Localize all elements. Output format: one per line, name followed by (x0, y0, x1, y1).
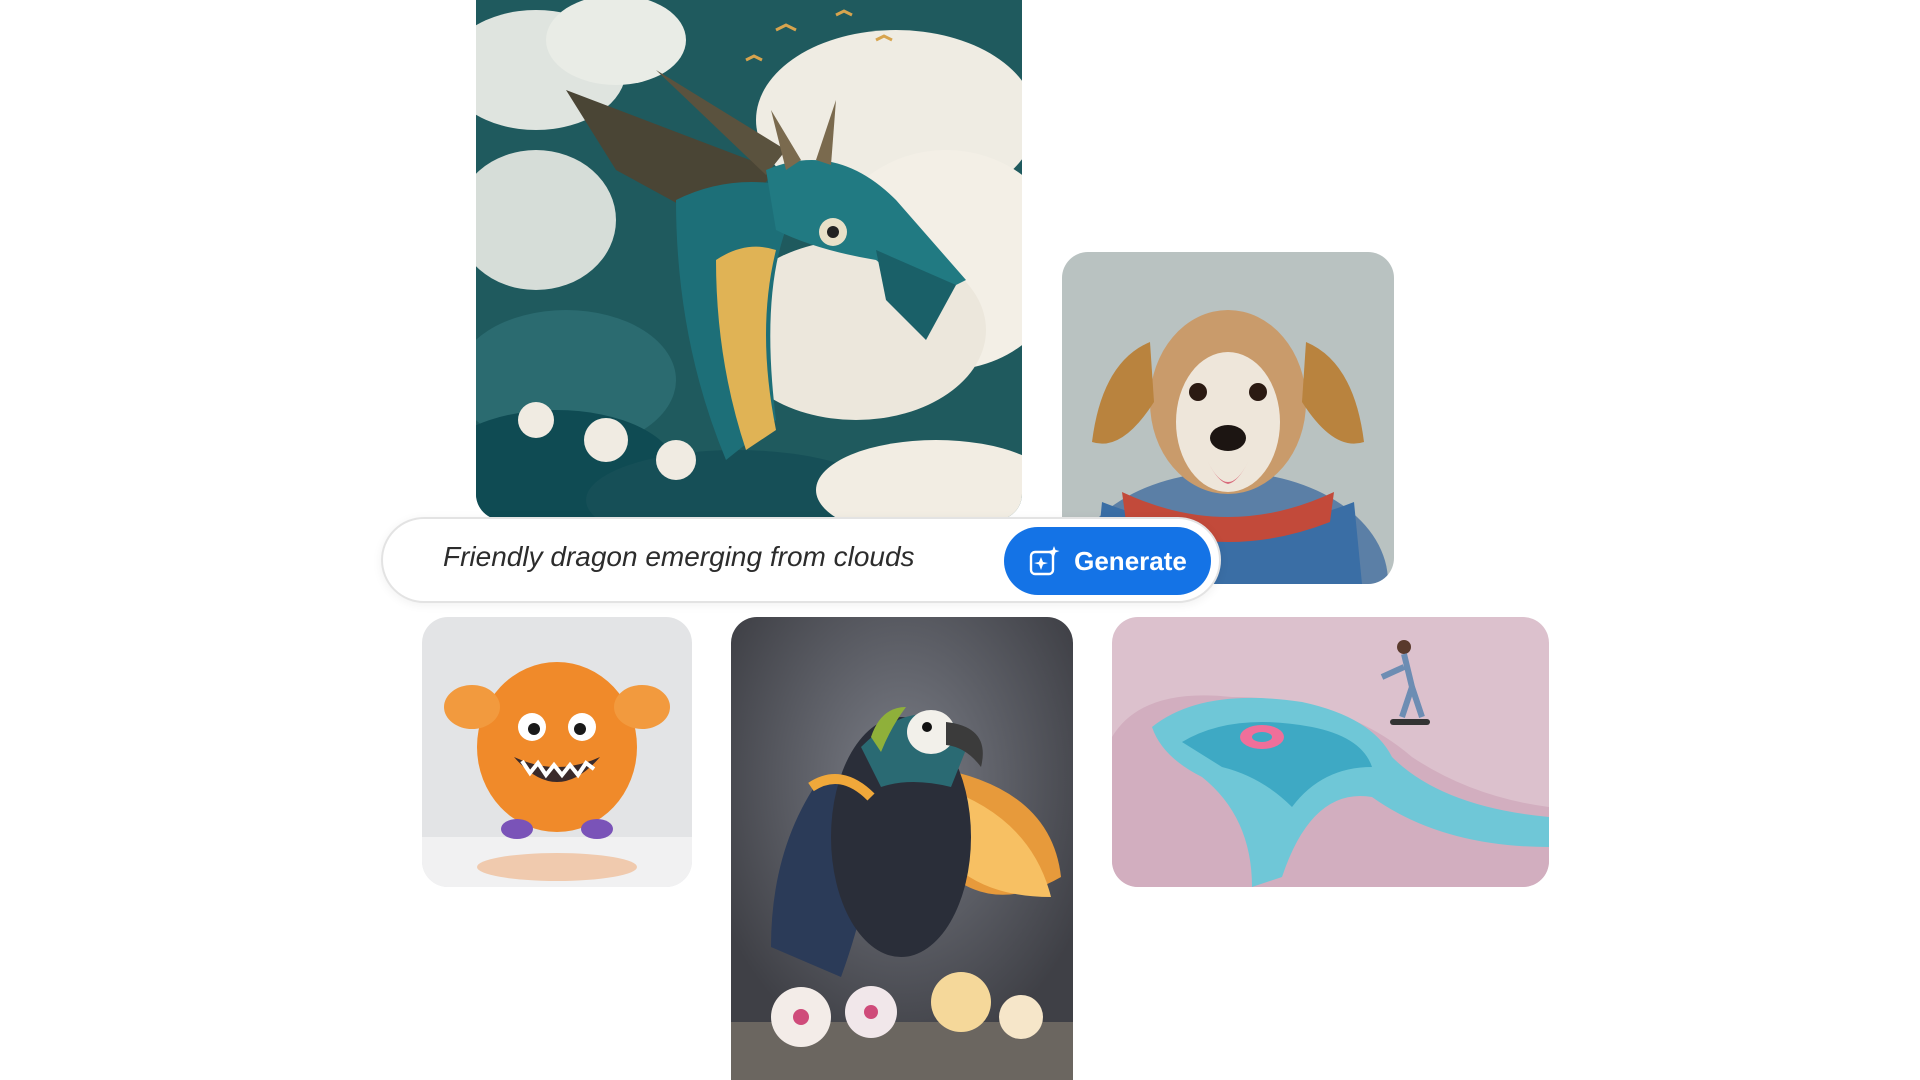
parrot-image[interactable] (731, 617, 1073, 1080)
generate-button[interactable]: Generate (1004, 527, 1211, 595)
generate-button-label: Generate (1074, 545, 1187, 576)
prompt-bar: Friendly dragon emerging from clouds Gen… (381, 517, 1221, 603)
monster-image[interactable] (422, 617, 692, 887)
dragon-image[interactable] (476, 0, 1022, 520)
prompt-input[interactable]: Friendly dragon emerging from clouds (443, 541, 915, 573)
skater-image[interactable] (1112, 617, 1549, 887)
parrot-illustration (731, 617, 1073, 1080)
sparkle-image-icon (1028, 544, 1062, 578)
gallery-stage: Friendly dragon emerging from clouds Gen… (0, 0, 1920, 1080)
dragon-illustration (476, 0, 1022, 520)
monster-illustration (422, 617, 692, 887)
skater-illustration (1112, 617, 1549, 887)
